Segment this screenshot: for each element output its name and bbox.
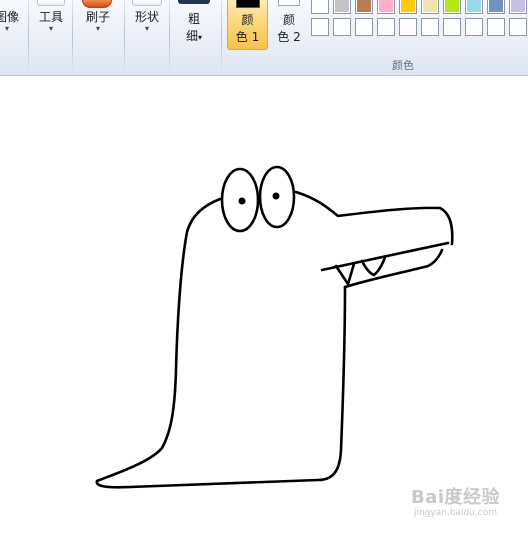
separator bbox=[221, 0, 222, 72]
palette-swatch[interactable] bbox=[399, 0, 417, 14]
palette-swatch[interactable] bbox=[355, 18, 373, 36]
palette-swatch[interactable] bbox=[355, 0, 373, 14]
color2-button[interactable]: 颜 色 2 bbox=[270, 0, 308, 50]
palette-swatch[interactable] bbox=[333, 0, 351, 14]
palette-swatch[interactable] bbox=[421, 18, 439, 36]
palette-swatch[interactable] bbox=[443, 0, 461, 14]
palette-swatch[interactable] bbox=[421, 0, 439, 14]
size-label-line2: 细▾ bbox=[185, 29, 203, 43]
color1-label-line2: 色 1 bbox=[235, 30, 260, 44]
left-pupil bbox=[238, 197, 246, 205]
tools-button[interactable]: 工具 ▾ bbox=[34, 10, 68, 34]
chevron-down-icon: ▾ bbox=[144, 24, 149, 33]
palette-swatch[interactable] bbox=[443, 18, 461, 36]
shapes-label: 形状 bbox=[134, 10, 159, 24]
separator bbox=[169, 0, 170, 72]
chevron-down-icon: ▾ bbox=[95, 24, 100, 33]
color2-swatch bbox=[278, 0, 300, 6]
palette-swatch[interactable] bbox=[377, 0, 395, 14]
image-label: 图像 bbox=[0, 10, 19, 24]
brushes-button[interactable]: 刷子 ▾ bbox=[78, 10, 118, 34]
separator bbox=[72, 0, 73, 72]
shapes-button[interactable]: 形状 ▾ bbox=[128, 10, 166, 34]
color-palette bbox=[311, 0, 528, 40]
palette-swatch[interactable] bbox=[311, 18, 329, 36]
palette-swatch[interactable] bbox=[377, 18, 395, 36]
size-icon bbox=[178, 0, 210, 4]
watermark: Bai度经验 jingyan.baidu.com bbox=[411, 488, 500, 519]
color2-label-line2: 色 2 bbox=[277, 30, 301, 44]
brushes-label: 刷子 bbox=[85, 10, 110, 24]
crocodile-drawing bbox=[95, 165, 454, 489]
size-button[interactable]: 粗 细▾ bbox=[174, 12, 214, 45]
palette-swatch[interactable] bbox=[509, 18, 527, 36]
watermark-sub: jingyan.baidu.com bbox=[413, 508, 497, 518]
size-label-line1: 粗 bbox=[187, 12, 200, 26]
palette-swatch[interactable] bbox=[487, 18, 505, 36]
color2-label-line1: 颜 bbox=[282, 13, 295, 27]
palette-swatch[interactable] bbox=[399, 18, 417, 36]
palette-swatch[interactable] bbox=[333, 18, 351, 36]
tools-label: 工具 bbox=[38, 10, 63, 24]
chevron-down-icon: ▾ bbox=[4, 24, 9, 33]
palette-swatch[interactable] bbox=[487, 0, 505, 14]
palette-swatch[interactable] bbox=[465, 0, 483, 14]
color1-label-line1: 颜 bbox=[241, 13, 254, 27]
palette-swatch[interactable] bbox=[465, 18, 483, 36]
palette-swatch[interactable] bbox=[509, 0, 527, 14]
drawing-canvas[interactable]: Bai度经验 jingyan.baidu.com bbox=[0, 77, 528, 533]
right-pupil bbox=[272, 192, 280, 200]
palette-swatch[interactable] bbox=[311, 0, 329, 14]
separator bbox=[124, 0, 125, 72]
chevron-down-icon: ▾ bbox=[48, 24, 53, 33]
image-button[interactable]: 图像 ▾ bbox=[0, 10, 22, 34]
shapes-icon bbox=[132, 0, 162, 6]
body-outline bbox=[95, 197, 347, 489]
color1-swatch bbox=[236, 0, 260, 8]
colors-group-label: 颜色 bbox=[392, 59, 414, 72]
brush-icon bbox=[82, 0, 112, 8]
color1-button[interactable]: 颜 色 1 bbox=[227, 0, 268, 50]
tools-icon bbox=[37, 0, 65, 6]
head-outline bbox=[294, 190, 454, 246]
ribbon-toolbar: 图像 ▾ 工具 ▾ 刷子 ▾ 形状 ▾ 粗 细▾ 颜 色 1 颜 色 2 颜色 bbox=[0, 0, 528, 76]
separator bbox=[28, 0, 29, 72]
watermark-main: Bai度经验 bbox=[410, 487, 500, 508]
